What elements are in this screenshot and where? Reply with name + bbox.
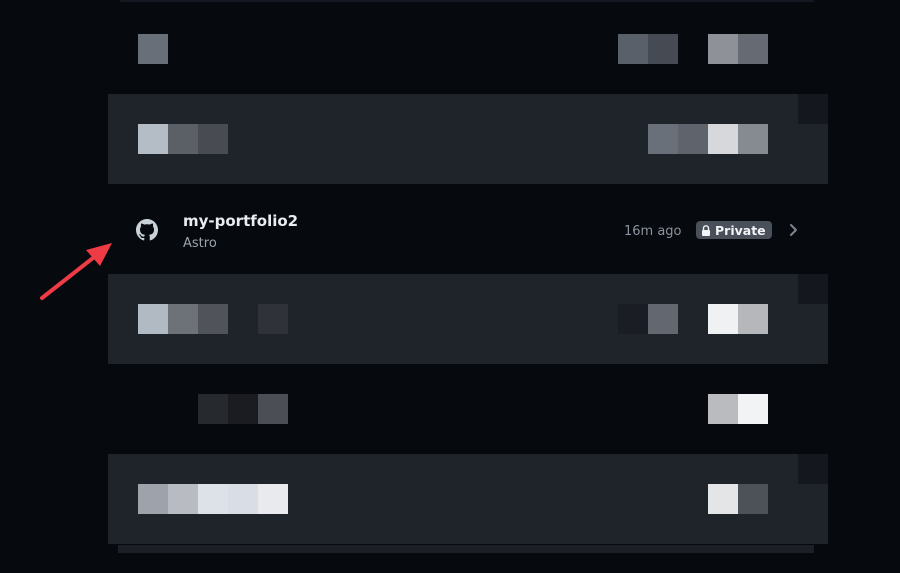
redacted-block [228,394,258,424]
redacted-block [708,304,738,334]
redacted-block [678,124,708,154]
redacted-block [618,304,648,334]
redacted-block [198,124,228,154]
redacted-block [738,394,768,424]
updated-timestamp: 16m ago [624,224,682,239]
redacted-block [738,484,768,514]
lock-icon [702,224,710,236]
list-item-my-portfolio2[interactable]: my-portfolio2 Astro 16m ago Private [108,184,828,274]
repo-framework: Astro [183,236,217,251]
redacted-block [708,394,738,424]
visibility-label: Private [715,222,766,238]
redacted-block [798,454,828,484]
redacted-block [798,274,828,304]
chevron-right-icon[interactable] [788,222,800,238]
list-item-redacted-2[interactable] [108,94,828,184]
redacted-block [738,304,768,334]
github-icon [136,219,158,241]
repo-name[interactable]: my-portfolio2 [183,212,298,230]
redacted-block [198,304,228,334]
redacted-block [168,484,198,514]
redacted-block [708,124,738,154]
redacted-block [798,94,828,124]
redacted-block [138,304,168,334]
redacted-block [198,484,228,514]
redacted-block [708,484,738,514]
list-item-redacted-3[interactable] [108,274,828,364]
visibility-badge: Private [696,221,772,239]
redacted-block [648,304,678,334]
list-item-redacted-1[interactable] [108,2,828,92]
redacted-block [258,484,288,514]
redacted-block [138,484,168,514]
redacted-block [198,394,228,424]
redacted-block [648,34,678,64]
redacted-block [738,34,768,64]
redacted-block [168,304,198,334]
redacted-block [648,124,678,154]
redacted-block [258,304,288,334]
redacted-block [708,34,738,64]
redacted-block [618,34,648,64]
redacted-block [228,484,258,514]
redacted-block [738,124,768,154]
list-item-redacted-5[interactable] [108,454,828,544]
redacted-block [258,394,288,424]
red-arrow-annotation [40,243,112,300]
list-item-redacted-4[interactable] [108,364,828,454]
list-bottom-border [118,545,814,553]
redacted-block [168,124,198,154]
redacted-block [138,124,168,154]
redacted-block [138,34,168,64]
